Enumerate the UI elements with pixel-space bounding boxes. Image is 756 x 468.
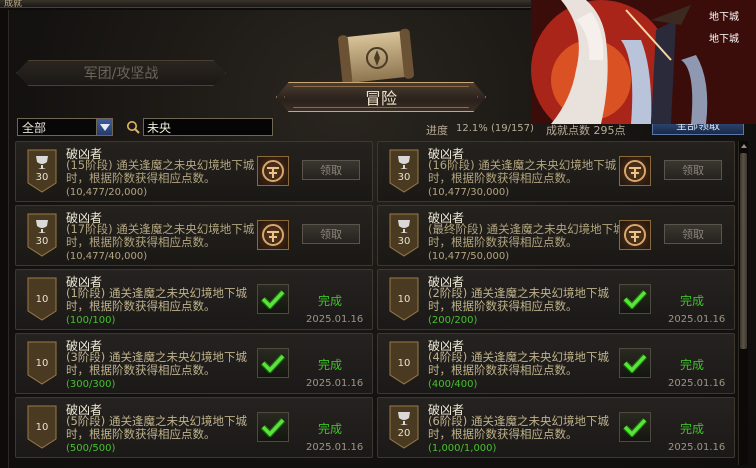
achievement-card: 30 破凶者 (17阶段) 通关逢魔之未央幻境地下城时，根据阶数获得相应点数。 (10… <box>15 205 373 266</box>
badge-points: 30 <box>397 172 411 183</box>
reward-emblem-icon <box>619 220 651 250</box>
achievement-description: (2阶段) 通关逢魔之未央幻境地下城时，根据阶数获得相应点数。 <box>428 286 609 313</box>
achievement-progress: (10,477/30,000) <box>428 187 510 198</box>
shield-badge-icon: 10 <box>27 405 57 449</box>
completed-date: 2025.01.16 <box>306 378 364 389</box>
scroll-up-icon[interactable] <box>739 141 749 151</box>
achievement-progress: (1,000/1,000) <box>428 443 497 454</box>
checkmark-icon <box>619 348 651 378</box>
achievement-card: 10 破凶者 (2阶段) 通关逢魔之未央幻境地下城时，根据阶数获得相应点数。 (200… <box>377 269 735 330</box>
achievement-card: 30 破凶者 (最终阶段) 通关逢魔之未央幻境地下城时，根据阶数获得相应点数。 (10… <box>377 205 735 266</box>
achievement-progress: (500/500) <box>66 443 116 454</box>
achievement-list: 30 破凶者 (15阶段) 通关逢魔之未央幻境地下城时，根据阶数获得相应点数。 (10… <box>15 141 735 465</box>
completed-label: 完成 <box>680 294 705 308</box>
claim-button[interactable]: 领取 <box>664 224 722 244</box>
completed-date: 2025.01.16 <box>668 442 726 453</box>
checkmark-icon <box>257 412 289 442</box>
achievement-description: (3阶段) 通关逢魔之未央幻境地下城时，根据阶数获得相应点数。 <box>66 350 247 377</box>
chevron-down-icon[interactable] <box>96 119 112 135</box>
window-title: 成就 <box>4 0 23 9</box>
achievement-description: (16阶段) 通关逢魔之未央幻境地下城时，根据阶数获得相应点数。 <box>428 158 617 185</box>
scrollbar[interactable] <box>738 141 748 465</box>
adventure-scroll-icon <box>337 28 415 86</box>
claim-button[interactable]: 领取 <box>302 160 360 180</box>
achievement-description: (17阶段) 通关逢魔之未央幻境地下城时，根据阶数获得相应点数。 <box>66 222 255 249</box>
achievement-card: 10 破凶者 (4阶段) 通关逢魔之未央幻境地下城时，根据阶数获得相应点数。 (400… <box>377 333 735 394</box>
achievement-description: (1阶段) 通关逢魔之未央幻境地下城时，根据阶数获得相应点数。 <box>66 286 247 313</box>
achievement-card: 10 破凶者 (1阶段) 通关逢魔之未央幻境地下城时，根据阶数获得相应点数。 (100… <box>15 269 373 330</box>
badge-points: 10 <box>397 294 411 305</box>
checkmark-icon <box>619 412 651 442</box>
claim-button[interactable]: 领取 <box>302 224 360 244</box>
achievement-progress: (10,477/20,000) <box>66 187 148 198</box>
tab-legion-raid[interactable]: 军团/攻坚战 <box>16 60 226 86</box>
achievement-card: 30 破凶者 (16阶段) 通关逢魔之未央幻境地下城时，根据阶数获得相应点数。 (10… <box>377 141 735 202</box>
completed-label: 完成 <box>318 294 343 308</box>
trophy-badge-icon: 30 <box>389 149 419 193</box>
reward-emblem-icon <box>257 220 289 250</box>
shield-badge-icon: 10 <box>389 341 419 385</box>
claim-button[interactable]: 领取 <box>664 160 722 180</box>
completed-date: 2025.01.16 <box>306 314 364 325</box>
trophy-badge-icon: 30 <box>27 149 57 193</box>
checkmark-icon <box>257 284 289 314</box>
completed-date: 2025.01.16 <box>668 314 726 325</box>
achievement-description: (6阶段) 通关逢魔之未央幻境地下城时，根据阶数获得相应点数。 <box>428 414 609 441</box>
badge-points: 30 <box>35 236 49 247</box>
completed-label: 完成 <box>318 422 343 436</box>
banner-logo-text: 地下城 <box>709 10 739 23</box>
search-input[interactable] <box>143 118 273 136</box>
badge-points: 10 <box>397 358 411 369</box>
badge-points: 30 <box>397 236 411 247</box>
trophy-badge-icon: 30 <box>389 213 419 257</box>
achievement-card: 30 破凶者 (15阶段) 通关逢魔之未央幻境地下城时，根据阶数获得相应点数。 (10… <box>15 141 373 202</box>
achievement-progress: (100/100) <box>66 315 116 326</box>
category-select-value: 全部 <box>22 120 47 135</box>
achievement-progress: (10,477/40,000) <box>66 251 148 262</box>
shield-badge-icon: 10 <box>27 341 57 385</box>
completed-label: 完成 <box>680 422 705 436</box>
badge-points: 20 <box>397 428 411 439</box>
reward-emblem-icon <box>619 156 651 186</box>
category-select[interactable]: 全部 <box>17 118 113 136</box>
achievement-progress: (200/200) <box>428 315 478 326</box>
badge-points: 30 <box>35 172 49 183</box>
progress-value: 12.1% (19/157) <box>456 123 534 134</box>
achievement-card: 20 破凶者 (6阶段) 通关逢魔之未央幻境地下城时，根据阶数获得相应点数。 (1,0… <box>377 397 735 458</box>
completed-label: 完成 <box>680 358 705 372</box>
scrollbar-thumb[interactable] <box>740 153 747 349</box>
achievement-description: (5阶段) 通关逢魔之未央幻境地下城时，根据阶数获得相应点数。 <box>66 414 247 441</box>
completed-label: 完成 <box>318 358 343 372</box>
achievement-card: 10 破凶者 (3阶段) 通关逢魔之未央幻境地下城时，根据阶数获得相应点数。 (300… <box>15 333 373 394</box>
badge-points: 10 <box>35 358 49 369</box>
achievement-progress: (300/300) <box>66 379 116 390</box>
checkmark-icon <box>257 348 289 378</box>
achievement-card: 10 破凶者 (5阶段) 通关逢魔之未央幻境地下城时，根据阶数获得相应点数。 (500… <box>15 397 373 458</box>
trophy-badge-icon: 30 <box>27 213 57 257</box>
achievement-progress: (10,477/50,000) <box>428 251 510 262</box>
tab-adventure[interactable]: 冒险 <box>276 82 486 112</box>
badge-points: 10 <box>35 422 49 433</box>
banner-logo-text-2: 地下城 <box>709 32 739 45</box>
game-ad-banner[interactable]: 地下城 地下城 <box>531 0 756 124</box>
badge-points: 10 <box>35 294 49 305</box>
trophy-badge-icon: 20 <box>389 405 419 449</box>
achievement-description: (15阶段) 通关逢魔之未央幻境地下城时，根据阶数获得相应点数。 <box>66 158 255 185</box>
achievement-description: (4阶段) 通关逢魔之未央幻境地下城时，根据阶数获得相应点数。 <box>428 350 609 377</box>
reward-emblem-icon <box>257 156 289 186</box>
achievement-progress: (400/400) <box>428 379 478 390</box>
search-icon <box>127 121 140 134</box>
shield-badge-icon: 10 <box>389 277 419 321</box>
progress-label: 进度 <box>426 124 448 137</box>
completed-date: 2025.01.16 <box>668 378 726 389</box>
shield-badge-icon: 10 <box>27 277 57 321</box>
achievement-points: 成就点数 295点 <box>546 124 626 137</box>
checkmark-icon <box>619 284 651 314</box>
completed-date: 2025.01.16 <box>306 442 364 453</box>
achievement-description: (最终阶段) 通关逢魔之未央幻境地下城时，根据阶数获得相应点数。 <box>428 222 625 249</box>
